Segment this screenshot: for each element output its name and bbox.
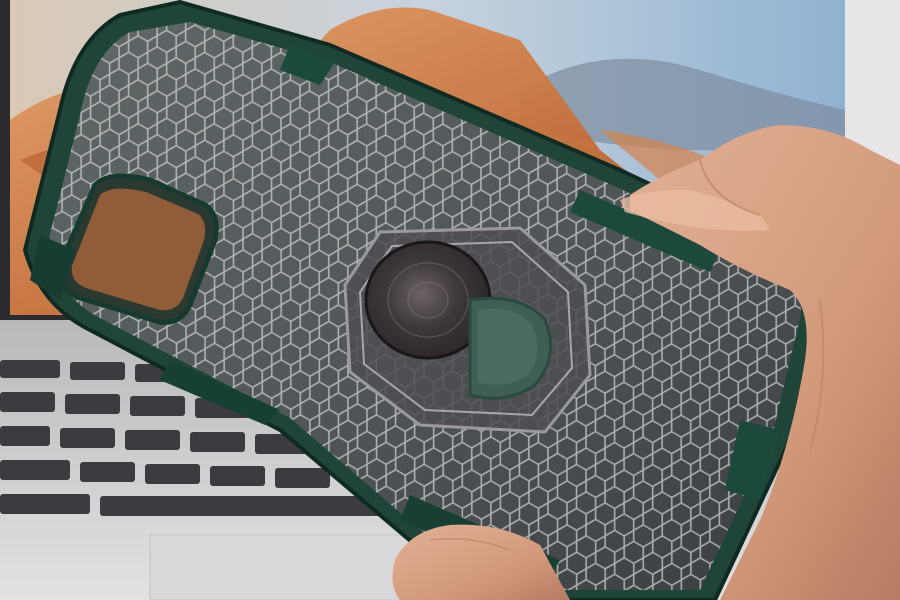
photo-scene: [0, 0, 900, 600]
photo-illustration: [0, 0, 900, 600]
